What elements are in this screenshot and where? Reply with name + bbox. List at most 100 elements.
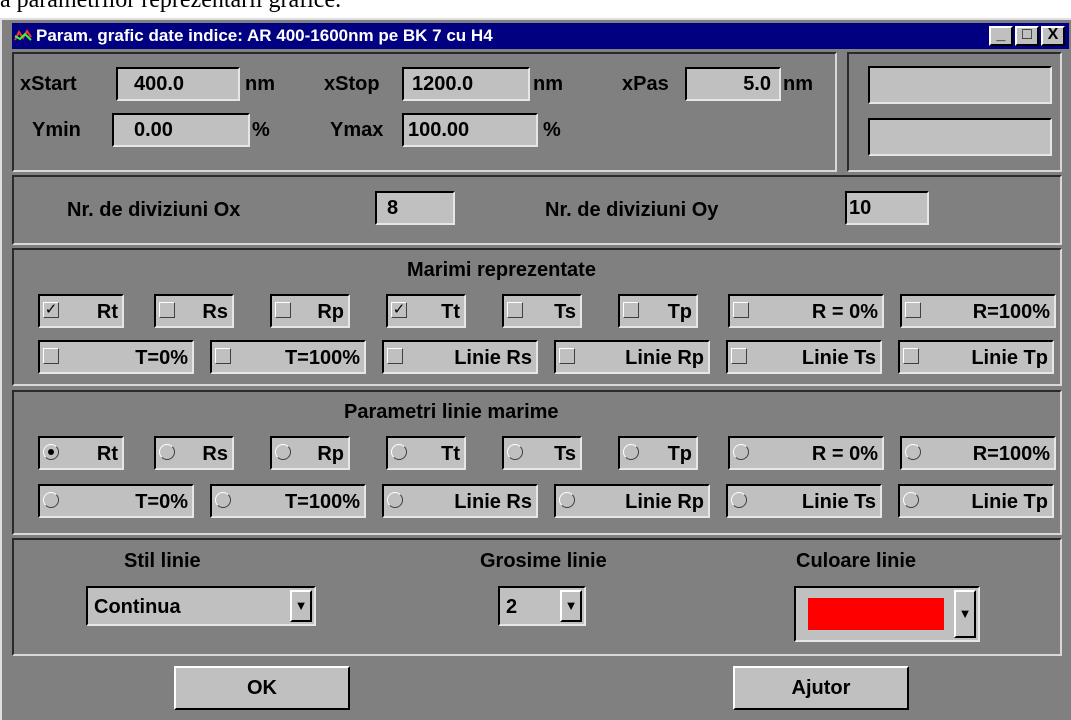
checkbox-icon[interactable]: [43, 348, 59, 364]
checkbox-icon[interactable]: [733, 302, 749, 318]
ox-divisions-field[interactable]: 8: [375, 191, 455, 225]
line-params-title: Parametri linie marime: [344, 401, 559, 423]
radio-icon[interactable]: [507, 444, 523, 460]
xstop-field[interactable]: 1200.0: [402, 67, 530, 101]
radio-icon[interactable]: [43, 492, 59, 508]
checkbox-linie-rs[interactable]: Linie Rs: [382, 340, 538, 374]
aux-field-2[interactable]: [868, 118, 1052, 156]
checkbox-icon[interactable]: [905, 302, 921, 318]
checkbox-linie-tp[interactable]: Linie Tp: [898, 340, 1054, 374]
ymax-label: Ymax: [330, 119, 384, 141]
checkbox-icon[interactable]: [559, 348, 575, 364]
checkbox-icon[interactable]: [387, 348, 403, 364]
checkbox-icon[interactable]: [275, 302, 291, 318]
chevron-down-icon[interactable]: ▼: [290, 590, 312, 622]
checkbox-label: Tp: [667, 301, 692, 323]
radio-linie-tp[interactable]: Linie Tp: [898, 484, 1054, 518]
radio-linie-rp[interactable]: Linie Rp: [554, 484, 710, 518]
line-style-label: Stil linie: [124, 550, 201, 572]
ymin-unit: %: [252, 119, 270, 141]
ymax-field[interactable]: 100.00: [402, 113, 538, 147]
chevron-down-icon[interactable]: ▼: [954, 590, 976, 638]
radio-icon[interactable]: [903, 492, 919, 508]
radio-icon[interactable]: [905, 444, 921, 460]
ok-button[interactable]: OK: [174, 666, 350, 710]
checkmark-icon[interactable]: ✓: [391, 302, 407, 318]
ymin-field[interactable]: 0.00: [112, 113, 250, 147]
checkbox-label: Linie Rp: [625, 347, 704, 369]
title-bar[interactable]: Param. grafic date indice: AR 400-1600nm…: [12, 23, 1069, 49]
radio-linie-rs[interactable]: Linie Rs: [382, 484, 538, 518]
radio-linie-ts[interactable]: Linie Ts: [726, 484, 882, 518]
ox-divisions-label: Nr. de diviziuni Ox: [67, 199, 241, 221]
radio-rt[interactable]: Rt: [38, 436, 124, 470]
chevron-down-icon[interactable]: ▼: [560, 590, 582, 622]
line-width-select[interactable]: 2 ▼: [498, 586, 586, 626]
line-style-select[interactable]: Continua ▼: [86, 586, 316, 626]
minimize-button[interactable]: _: [989, 26, 1013, 46]
checkbox-linie-rp[interactable]: Linie Rp: [554, 340, 710, 374]
radio-r-100[interactable]: R=100%: [900, 436, 1056, 470]
radio-tt[interactable]: Tt: [386, 436, 466, 470]
checkbox-t-100[interactable]: T=100%: [210, 340, 366, 374]
checkbox-r-100[interactable]: R=100%: [900, 294, 1056, 328]
checkbox-r-0[interactable]: R = 0%: [728, 294, 884, 328]
checkbox-label: Rt: [96, 301, 118, 323]
checkbox-label: R=100%: [972, 301, 1050, 323]
radio-icon[interactable]: [733, 444, 749, 460]
radio-icon[interactable]: [275, 444, 291, 460]
checkbox-label: Tt: [441, 301, 460, 323]
radio-r-0[interactable]: R = 0%: [728, 436, 884, 470]
checkbox-linie-ts[interactable]: Linie Ts: [726, 340, 882, 374]
xstop-label: xStop: [324, 73, 380, 95]
xpas-field[interactable]: 5.0: [685, 67, 781, 101]
checkbox-t-0[interactable]: T=0%: [38, 340, 194, 374]
radio-icon[interactable]: [159, 444, 175, 460]
radio-t-0[interactable]: T=0%: [38, 484, 194, 518]
help-button[interactable]: Ajutor: [733, 666, 909, 710]
checkbox-label: Ts: [554, 301, 576, 323]
checkbox-icon[interactable]: [215, 348, 231, 364]
checkbox-rt[interactable]: ✓ Rt: [38, 294, 124, 328]
checkbox-label: Linie Ts: [801, 347, 876, 369]
checkbox-rp[interactable]: Rp: [270, 294, 350, 328]
checkbox-tp[interactable]: Tp: [618, 294, 698, 328]
line-color-label: Culoare linie: [796, 550, 917, 572]
radio-icon[interactable]: [215, 492, 231, 508]
quantities-title: Marimi reprezentate: [407, 259, 596, 281]
radio-label: Rs: [202, 443, 228, 465]
radio-icon[interactable]: [43, 444, 59, 460]
xstop-unit: nm: [533, 73, 563, 95]
checkbox-ts[interactable]: Ts: [502, 294, 582, 328]
radio-tp[interactable]: Tp: [618, 436, 698, 470]
aux-field-1[interactable]: [868, 66, 1052, 104]
checkbox-icon[interactable]: [623, 302, 639, 318]
radio-icon[interactable]: [731, 492, 747, 508]
checkbox-tt[interactable]: ✓ Tt: [386, 294, 466, 328]
checkbox-rs[interactable]: Rs: [154, 294, 234, 328]
radio-label: Linie Rs: [454, 491, 532, 513]
radio-icon[interactable]: [391, 444, 407, 460]
radio-ts[interactable]: Ts: [502, 436, 582, 470]
radio-t-100[interactable]: T=100%: [210, 484, 366, 518]
checkbox-icon[interactable]: [507, 302, 523, 318]
checkmark-icon[interactable]: ✓: [43, 302, 59, 318]
radio-icon[interactable]: [623, 444, 639, 460]
radio-icon[interactable]: [387, 492, 403, 508]
close-button[interactable]: X: [1041, 26, 1065, 46]
checkbox-icon[interactable]: [159, 302, 175, 318]
oy-divisions-field[interactable]: 10: [845, 191, 929, 225]
radio-label: Ts: [554, 443, 576, 465]
line-style-value: Continua: [94, 596, 181, 618]
maximize-button[interactable]: □: [1015, 26, 1039, 46]
ymin-label: Ymin: [32, 119, 81, 141]
checkbox-icon[interactable]: [903, 348, 919, 364]
radio-label: R = 0%: [811, 443, 878, 465]
line-color-select[interactable]: ▼: [794, 586, 980, 642]
radio-label: Rp: [317, 443, 344, 465]
radio-rp[interactable]: Rp: [270, 436, 350, 470]
radio-rs[interactable]: Rs: [154, 436, 234, 470]
xstart-field[interactable]: 400.0: [116, 67, 240, 101]
radio-icon[interactable]: [559, 492, 575, 508]
checkbox-icon[interactable]: [731, 348, 747, 364]
